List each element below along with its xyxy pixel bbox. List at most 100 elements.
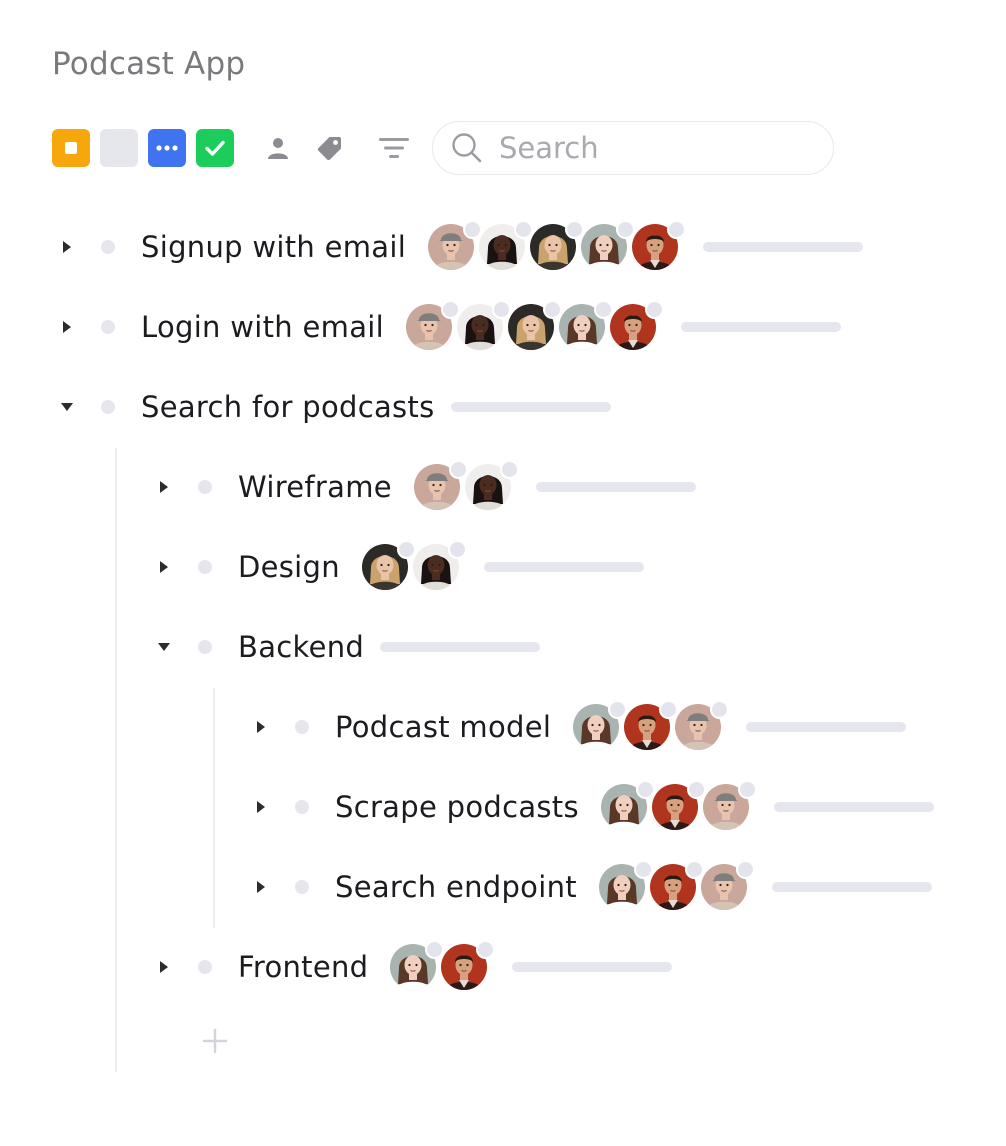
tree-row[interactable]: Search for podcasts — [52, 377, 611, 437]
status-dot[interactable] — [198, 960, 212, 974]
avatar-status-dot — [633, 860, 653, 879]
progress-bar — [450, 402, 611, 412]
tree-row[interactable]: Design — [149, 537, 644, 597]
tree-row[interactable]: Login with email — [52, 297, 841, 357]
collapse-toggle[interactable] — [149, 627, 179, 667]
expand-toggle[interactable] — [52, 227, 82, 267]
avatar[interactable] — [441, 940, 496, 990]
avatar[interactable] — [624, 700, 679, 750]
expand-toggle[interactable] — [52, 307, 82, 347]
avatar[interactable] — [464, 460, 519, 510]
expand-toggle[interactable] — [246, 707, 276, 747]
avatar-status-dot — [735, 860, 755, 879]
avatar[interactable] — [390, 940, 445, 990]
assignee-avatars — [573, 700, 730, 750]
expand-toggle[interactable] — [149, 947, 179, 987]
row-title[interactable]: Login with email — [141, 310, 384, 344]
avatar[interactable] — [702, 780, 757, 830]
collapse-toggle[interactable] — [52, 387, 82, 427]
caret-right-icon — [63, 241, 71, 253]
tree-row[interactable]: Wireframe — [149, 457, 696, 517]
avatar[interactable] — [573, 700, 628, 750]
row-title[interactable]: Search endpoint — [335, 870, 577, 904]
expand-toggle[interactable] — [149, 467, 179, 507]
tree-guide-line — [213, 688, 215, 928]
progress-bar — [771, 882, 932, 892]
avatar[interactable] — [361, 540, 416, 590]
avatar-status-dot — [448, 460, 468, 479]
avatar[interactable] — [609, 300, 664, 350]
caret-right-icon — [257, 801, 265, 813]
avatar-status-dot — [447, 540, 467, 559]
row-title[interactable]: Podcast model — [335, 710, 551, 744]
tree-row[interactable]: Podcast model — [246, 697, 907, 757]
status-dot[interactable] — [295, 720, 309, 734]
status-dot[interactable] — [198, 480, 212, 494]
avatar-status-dot — [686, 780, 706, 799]
avatar-status-dot — [396, 540, 416, 559]
assignee-avatars — [405, 300, 664, 350]
avatar[interactable] — [675, 700, 730, 750]
status-dot[interactable] — [101, 320, 115, 334]
row-title[interactable]: Design — [238, 550, 340, 584]
avatar-status-dot — [440, 300, 460, 319]
avatar[interactable] — [456, 300, 511, 350]
add-item-button[interactable] — [200, 1026, 230, 1056]
status-dot[interactable] — [198, 560, 212, 574]
row-title[interactable]: Frontend — [238, 950, 368, 984]
avatar-status-dot — [737, 780, 757, 799]
row-title[interactable]: Wireframe — [238, 470, 392, 504]
avatar[interactable] — [632, 220, 687, 270]
avatar[interactable] — [413, 460, 468, 510]
progress-bar — [703, 242, 864, 252]
avatar[interactable] — [558, 300, 613, 350]
caret-right-icon — [160, 481, 168, 493]
avatar[interactable] — [530, 220, 585, 270]
progress-bar — [483, 562, 644, 572]
avatar-status-dot — [635, 780, 655, 799]
expand-toggle[interactable] — [246, 867, 276, 907]
expand-toggle[interactable] — [149, 547, 179, 587]
avatar[interactable] — [405, 300, 460, 350]
status-dot[interactable] — [198, 640, 212, 654]
status-dot[interactable] — [295, 880, 309, 894]
avatar[interactable] — [700, 860, 755, 910]
avatar[interactable] — [507, 300, 562, 350]
assignee-avatars — [361, 540, 467, 590]
avatar[interactable] — [581, 220, 636, 270]
tree-row[interactable]: Frontend — [149, 937, 673, 997]
row-title[interactable]: Scrape podcasts — [335, 790, 579, 824]
row-title[interactable]: Search for podcasts — [141, 390, 435, 424]
avatar[interactable] — [479, 220, 534, 270]
avatar[interactable] — [649, 860, 704, 910]
avatar[interactable] — [600, 780, 655, 830]
avatar-status-dot — [616, 220, 636, 239]
caret-right-icon — [257, 881, 265, 893]
progress-bar — [680, 322, 841, 332]
status-dot[interactable] — [101, 240, 115, 254]
caret-right-icon — [63, 321, 71, 333]
avatar-status-dot — [684, 860, 704, 879]
caret-right-icon — [160, 961, 168, 973]
assignee-avatars — [600, 780, 757, 830]
tree-row[interactable]: Search endpoint — [246, 857, 932, 917]
row-title[interactable]: Signup with email — [141, 230, 406, 264]
expand-toggle[interactable] — [246, 787, 276, 827]
assignee-avatars — [598, 860, 755, 910]
assignee-avatars — [413, 460, 519, 510]
row-title[interactable]: Backend — [238, 630, 364, 664]
avatar-status-dot — [491, 300, 511, 319]
avatar-status-dot — [463, 220, 483, 239]
avatar[interactable] — [598, 860, 653, 910]
progress-bar — [746, 722, 907, 732]
avatar-status-dot — [608, 700, 628, 719]
status-dot[interactable] — [101, 400, 115, 414]
tree-row[interactable]: Scrape podcasts — [246, 777, 934, 837]
tree-row[interactable]: Backend — [149, 617, 541, 677]
tree-row[interactable]: Signup with email — [52, 217, 864, 277]
avatar[interactable] — [412, 540, 467, 590]
avatar[interactable] — [428, 220, 483, 270]
status-dot[interactable] — [295, 800, 309, 814]
progress-bar — [773, 802, 934, 812]
avatar[interactable] — [651, 780, 706, 830]
